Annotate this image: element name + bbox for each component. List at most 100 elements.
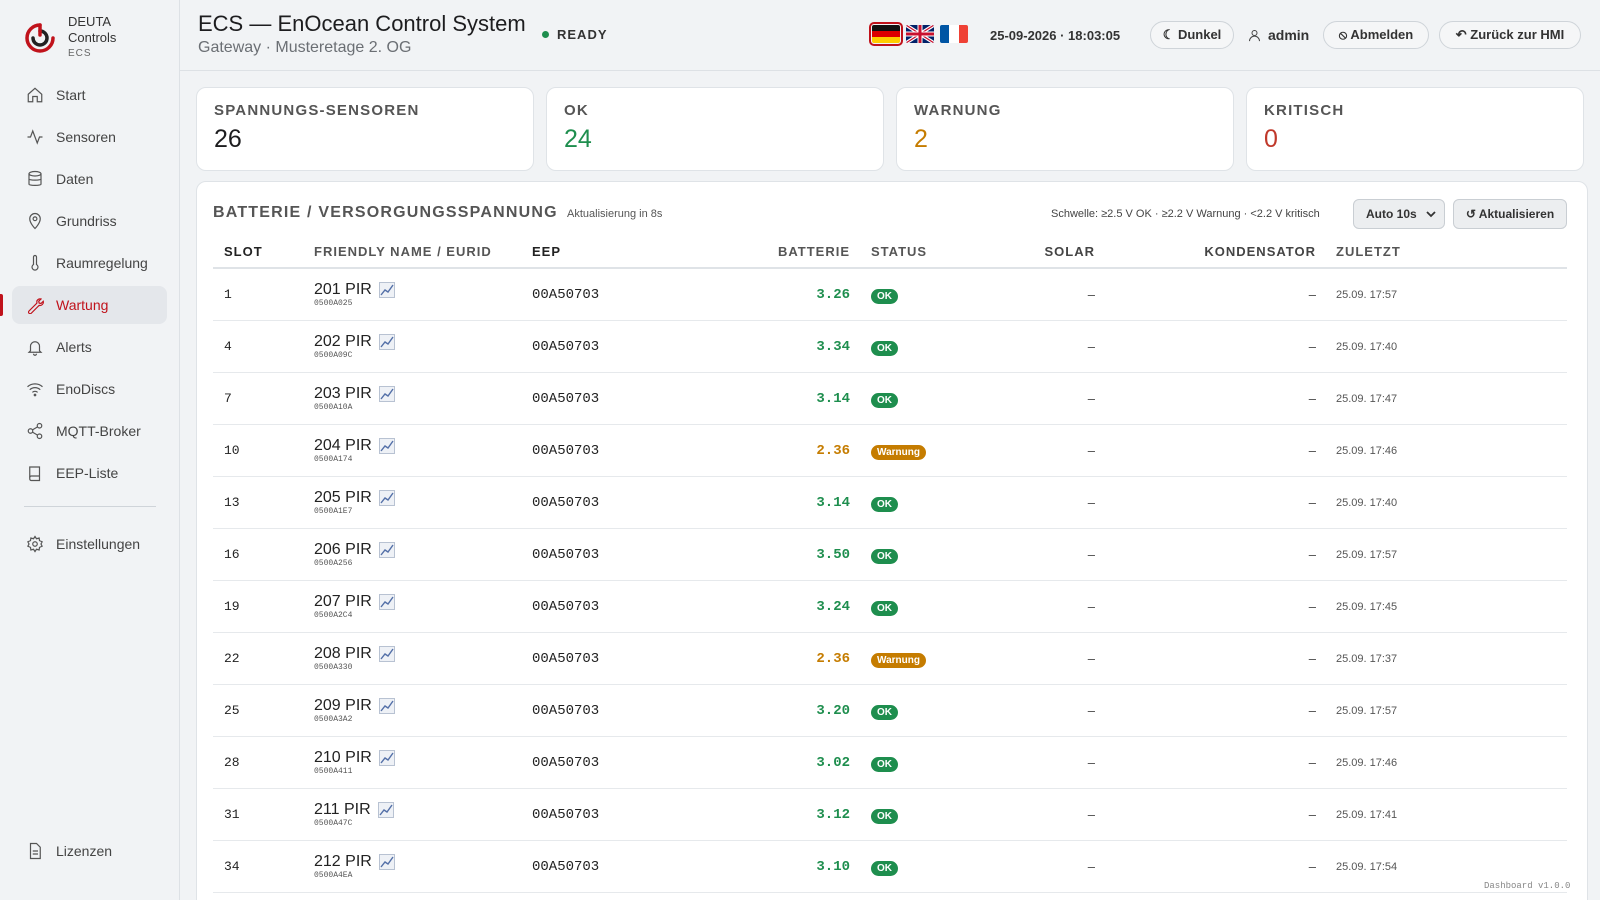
trend-chart-icon[interactable] [377, 801, 394, 818]
status-cell: OK [850, 338, 964, 356]
table-row[interactable]: 25 209 PIR 0500A3A2 00A50703 3.20 OK – –… [213, 685, 1567, 737]
column-header-eep[interactable]: EEP [532, 244, 682, 259]
table-row[interactable]: 19 207 PIR 0500A2C4 00A50703 3.24 OK – –… [213, 581, 1567, 633]
stat-label: OK [564, 102, 589, 119]
trend-chart-icon[interactable] [378, 489, 395, 506]
page-title: ECS — EnOcean Control System [198, 11, 526, 36]
trend-chart-icon[interactable] [378, 697, 395, 714]
status-cell: OK [850, 858, 964, 876]
kondensator-cell: – [1308, 599, 1316, 614]
status-cell: OK [850, 702, 964, 720]
flag-fr-icon[interactable] [940, 25, 968, 43]
user-icon [1249, 29, 1260, 41]
status-cell: Warnung [850, 650, 964, 668]
trend-chart-icon[interactable] [378, 333, 395, 350]
sidebar-item-grundriss[interactable]: Grundriss [12, 202, 167, 240]
slot-cell: 13 [224, 495, 240, 510]
trend-chart-icon[interactable] [378, 749, 395, 766]
sidebar-item-alerts[interactable]: Alerts [12, 328, 167, 366]
table-row[interactable]: 4 202 PIR 0500A09C 00A50703 3.34 OK – – … [213, 321, 1567, 373]
sidebar-divider [24, 506, 156, 507]
sidebar-item-lizenzen[interactable]: Lizenzen [12, 832, 167, 870]
trend-chart-icon[interactable] [378, 437, 395, 454]
battery-cell: 3.34 [816, 338, 850, 355]
sidebar-item-wartung[interactable]: Wartung [0, 286, 167, 324]
sidebar-item-einstellungen[interactable]: Einstellungen [12, 525, 167, 563]
friendly-name: 205 PIR [314, 488, 372, 506]
sidebar-item-mqtt-broker[interactable]: MQTT-Broker [12, 412, 167, 450]
solar-cell: – [1087, 703, 1095, 718]
table-row[interactable]: 34 212 PIR 0500A4EA 00A50703 3.10 OK – –… [213, 841, 1567, 893]
user-menu[interactable]: admin [1247, 27, 1309, 43]
sidebar-item-label: EEP-Liste [56, 465, 119, 481]
friendly-name: 202 PIR [314, 332, 372, 350]
column-header-slot[interactable]: SLOT [213, 244, 314, 259]
brand[interactable]: DEUTA Controls ECS [0, 0, 179, 76]
sidebar-item-daten[interactable]: Daten [12, 160, 167, 198]
column-header-solar[interactable]: SOLAR [964, 244, 1095, 259]
eep-cell: 00A50703 [532, 390, 600, 407]
eep-cell: 00A50703 [532, 858, 600, 875]
status-cell: OK [850, 286, 964, 304]
sidebar-nav: Start Sensoren Daten Grundriss Raumregel… [0, 76, 179, 492]
column-header-status[interactable]: STATUS [850, 244, 964, 259]
trend-chart-icon[interactable] [378, 281, 395, 298]
trend-chart-icon[interactable] [378, 385, 395, 402]
status-badge: OK [871, 704, 898, 720]
file-icon [29, 842, 41, 860]
column-header-last[interactable]: ZULETZT [1316, 244, 1506, 259]
solar-cell: – [1087, 755, 1095, 770]
sidebar-item-raumregelung[interactable]: Raumregelung [12, 244, 167, 282]
refresh-button[interactable]: ↺ Aktualisieren [1453, 199, 1567, 229]
table-row[interactable]: 7 203 PIR 0500A10A 00A50703 3.14 OK – – … [213, 373, 1567, 425]
stat-card-sensors: SPANNUNGS-SENSOREN 26 [196, 87, 534, 171]
stat-card-warning: WARNUNG 2 [896, 87, 1234, 171]
page-subtitle: Gateway · Musteretage 2. OG [198, 39, 412, 56]
flag-de-icon[interactable] [869, 22, 903, 46]
name-cell: 201 PIR 0500A025 [314, 281, 532, 309]
auto-refresh-select[interactable]: Auto 10s [1353, 199, 1445, 229]
trend-chart-icon[interactable] [378, 593, 395, 610]
sidebar-item-enodiscs[interactable]: EnoDiscs [12, 370, 167, 408]
table-row[interactable]: 10 204 PIR 0500A174 00A50703 2.36 Warnun… [213, 425, 1567, 477]
table-row[interactable]: 31 211 PIR 0500A47C 00A50703 3.12 OK – –… [213, 789, 1567, 841]
sidebar-item-start[interactable]: Start [12, 76, 167, 114]
eurid: 0500A1E7 [314, 506, 353, 516]
table-row[interactable]: 1 201 PIR 0500A025 00A50703 3.26 OK – – … [213, 269, 1567, 321]
name-cell: 208 PIR 0500A330 [314, 645, 532, 673]
language-switcher [869, 22, 968, 46]
slot-cell: 1 [224, 287, 232, 302]
column-header-kondensator[interactable]: KONDENSATOR [1095, 244, 1316, 259]
table-row[interactable]: 16 206 PIR 0500A256 00A50703 3.50 OK – –… [213, 529, 1567, 581]
wifi-icon [27, 383, 43, 397]
username: admin [1268, 27, 1310, 43]
trend-chart-icon[interactable] [378, 853, 395, 870]
flag-en-icon[interactable] [906, 25, 934, 43]
column-header-name[interactable]: FRIENDLY NAME / EURID [314, 244, 532, 259]
solar-cell: – [1087, 599, 1095, 614]
solar-cell: – [1087, 339, 1095, 354]
chevron-down-icon [1426, 211, 1436, 218]
theme-toggle-button[interactable]: ☾ Dunkel [1150, 21, 1234, 49]
table-row[interactable]: 28 210 PIR 0500A411 00A50703 3.02 OK – –… [213, 737, 1567, 789]
table-row[interactable]: 22 208 PIR 0500A330 00A50703 2.36 Warnun… [213, 633, 1567, 685]
brand-tiny: ECS [68, 48, 92, 59]
trend-chart-icon[interactable] [378, 645, 395, 662]
friendly-name: 212 PIR [314, 852, 372, 870]
sidebar-item-sensoren[interactable]: Sensoren [12, 118, 167, 156]
stat-label: KRITISCH [1264, 102, 1345, 119]
sidebar-nav-bottom: Lizenzen [12, 832, 167, 874]
sidebar-item-label: Wartung [56, 297, 109, 313]
trend-chart-icon[interactable] [378, 541, 395, 558]
last-seen-cell: 25.09. 17:37 [1336, 652, 1398, 665]
activity-icon [27, 129, 43, 145]
back-to-hmi-button[interactable]: ↶ Zurück zur HMI [1439, 21, 1581, 49]
column-header-battery[interactable]: BATTERIE [682, 244, 850, 259]
slot-cell: 22 [224, 651, 240, 666]
database-icon [28, 170, 42, 186]
sidebar-item-label: Sensoren [56, 129, 116, 145]
table-body: 1 201 PIR 0500A025 00A50703 3.26 OK – – … [213, 269, 1567, 893]
table-row[interactable]: 13 205 PIR 0500A1E7 00A50703 3.14 OK – –… [213, 477, 1567, 529]
logout-button[interactable]: ⦸ Abmelden [1323, 21, 1429, 49]
sidebar-item-eep-liste[interactable]: EEP-Liste [12, 454, 167, 492]
